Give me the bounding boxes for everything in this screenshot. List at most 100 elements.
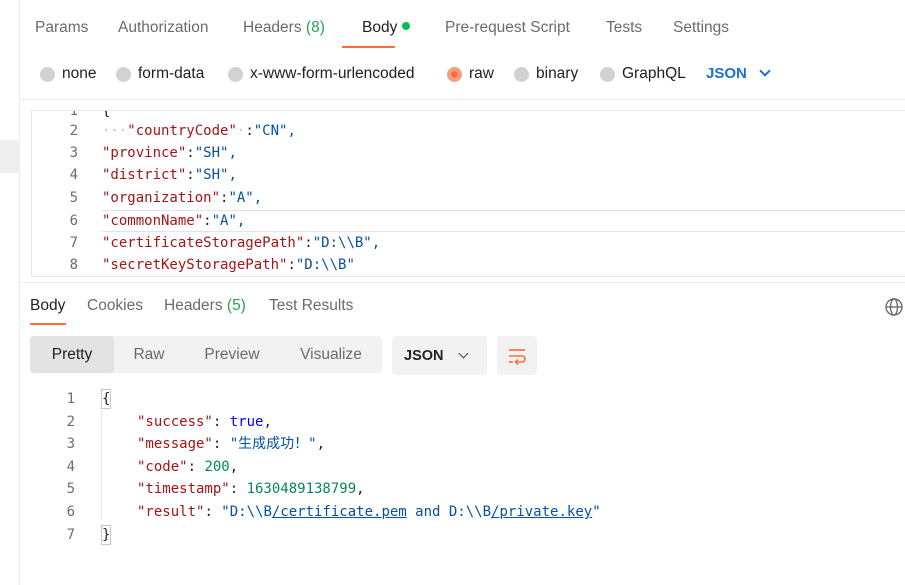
line-number: 3 bbox=[69, 145, 78, 161]
chevron-down-icon bbox=[759, 65, 771, 77]
headers-count: (8) bbox=[305, 19, 325, 36]
tab-authorization[interactable]: Authorization bbox=[118, 19, 208, 37]
line-number: 2 bbox=[66, 414, 75, 430]
view-pretty-button[interactable]: Pretty bbox=[30, 336, 114, 373]
code-line: 2 ···"countryCode"·:"CN", bbox=[32, 120, 905, 142]
code-line: 4 "district":"SH", bbox=[32, 164, 905, 186]
divider bbox=[20, 99, 905, 100]
line-number: 2 bbox=[69, 123, 78, 139]
sidebar-selection-mark bbox=[0, 140, 20, 173]
radio-binary[interactable]: binary bbox=[514, 65, 578, 83]
code-text: "organization":"A", bbox=[102, 190, 263, 206]
response-format-value: JSON bbox=[404, 347, 444, 364]
raw-language-value: JSON bbox=[706, 65, 747, 82]
wrap-lines-icon bbox=[509, 348, 526, 365]
line-number: 5 bbox=[69, 190, 78, 206]
divider bbox=[20, 282, 905, 283]
view-visualize-button[interactable]: Visualize bbox=[280, 336, 382, 373]
radio-raw[interactable]: raw bbox=[447, 65, 494, 83]
matched-brace: } bbox=[101, 525, 112, 545]
code-line: 1{ bbox=[31, 388, 905, 410]
sidebar-edge bbox=[0, 0, 20, 585]
code-line: 8 "secretKeyStoragePath":"D:\\B" bbox=[32, 254, 905, 276]
code-text: "commonName":"A", bbox=[102, 213, 246, 229]
code-line: 7} bbox=[31, 524, 905, 546]
code-text: "code": 200, bbox=[137, 459, 239, 475]
code-text: { bbox=[101, 388, 112, 410]
line-number: 4 bbox=[69, 167, 78, 183]
response-body-viewer[interactable]: 1{ 2 "success": true, 3 "message": "生成成功！"… bbox=[31, 388, 905, 548]
response-tab-headers[interactable]: Headers (5) bbox=[164, 297, 246, 315]
code-line: 7 "certificateStoragePath":"D:\\B", bbox=[32, 232, 905, 254]
tab-body-label: Body bbox=[362, 19, 398, 36]
line-number: 6 bbox=[66, 504, 75, 520]
active-response-tab-underline bbox=[30, 323, 66, 325]
wrap-lines-button[interactable] bbox=[497, 336, 537, 375]
tab-tests[interactable]: Tests bbox=[606, 19, 642, 37]
chevron-down-icon bbox=[458, 348, 468, 359]
code-text: "province":"SH", bbox=[102, 145, 237, 161]
response-tab-cookies[interactable]: Cookies bbox=[87, 297, 143, 315]
tab-prerequest-script[interactable]: Pre-request Script bbox=[445, 19, 570, 37]
file-link[interactable]: /certificate.pem bbox=[272, 504, 407, 520]
code-text: "certificateStoragePath":"D:\\B", bbox=[102, 235, 381, 251]
code-text: } bbox=[101, 524, 112, 546]
matched-brace: { bbox=[101, 389, 112, 409]
line-number: 8 bbox=[69, 257, 78, 273]
view-raw-button[interactable]: Raw bbox=[114, 336, 184, 373]
code-line: 3 "province":"SH", bbox=[32, 142, 905, 164]
code-line: 6 "commonName":"A", bbox=[32, 210, 905, 232]
tab-headers[interactable]: Headers (8) bbox=[243, 19, 325, 37]
code-text: "timestamp": 1630489138799, bbox=[137, 481, 365, 497]
response-view-mode: Pretty Raw Preview Visualize bbox=[30, 336, 382, 373]
response-format-dropdown[interactable]: JSON bbox=[392, 336, 487, 375]
radio-urlencoded-label: x-www-form-urlencoded bbox=[250, 65, 415, 82]
line-number: 3 bbox=[66, 436, 75, 452]
tab-params[interactable]: Params bbox=[35, 19, 88, 37]
response-tab-body[interactable]: Body bbox=[30, 297, 65, 315]
radio-circle-icon bbox=[600, 66, 615, 82]
radio-none[interactable]: none bbox=[40, 65, 96, 83]
code-text: "message": "生成成功！", bbox=[137, 436, 326, 452]
code-text: "district":"SH", bbox=[102, 167, 237, 183]
body-type-selector: none form-data x-www-form-urlencoded raw… bbox=[20, 60, 905, 90]
response-tab-test-results[interactable]: Test Results bbox=[269, 297, 353, 315]
radio-form-data-label: form-data bbox=[138, 65, 205, 82]
active-tab-underline bbox=[342, 46, 395, 48]
file-link[interactable]: /private.key bbox=[491, 504, 592, 520]
code-line: 3 "message": "生成成功！", bbox=[31, 433, 905, 455]
line-number: 6 bbox=[69, 213, 78, 229]
line-number: 1 bbox=[66, 391, 75, 407]
raw-language-dropdown[interactable]: JSON bbox=[706, 65, 771, 82]
request-body-editor[interactable]: 1{ 2 ···"countryCode"·:"CN", 3 "province":… bbox=[31, 110, 905, 277]
code-line: 5 "timestamp": 1630489138799, bbox=[31, 478, 905, 500]
view-preview-button[interactable]: Preview bbox=[184, 336, 280, 373]
radio-graphql[interactable]: GraphQL bbox=[600, 65, 686, 83]
radio-urlencoded[interactable]: x-www-form-urlencoded bbox=[228, 65, 415, 83]
tab-body[interactable]: Body bbox=[362, 19, 411, 37]
code-line: 6 "result": "D:\\B/certificate.pem and D:… bbox=[31, 501, 905, 523]
request-tabs: Params Authorization Headers (8) Body Pr… bbox=[20, 0, 905, 52]
radio-circle-icon bbox=[228, 66, 243, 82]
response-headers-count: (5) bbox=[226, 297, 246, 314]
radio-raw-label: raw bbox=[469, 65, 494, 82]
code-line: 2 "success": true, bbox=[31, 411, 905, 433]
radio-graphql-label: GraphQL bbox=[622, 65, 686, 82]
code-text: "success": true, bbox=[137, 414, 272, 430]
radio-circle-icon bbox=[116, 66, 131, 82]
line-number: 4 bbox=[66, 459, 75, 475]
radio-circle-icon bbox=[40, 66, 55, 82]
response-headers-label: Headers bbox=[164, 297, 223, 314]
radio-form-data[interactable]: form-data bbox=[116, 65, 204, 83]
tab-headers-label: Headers bbox=[243, 19, 302, 36]
code-line: 5 "organization":"A", bbox=[32, 187, 905, 209]
radio-none-label: none bbox=[62, 65, 97, 82]
radio-selected-icon bbox=[447, 66, 462, 82]
code-text: "result": "D:\\B/certificate.pem and D:\… bbox=[137, 504, 601, 520]
tab-settings[interactable]: Settings bbox=[673, 19, 729, 37]
globe-icon[interactable] bbox=[884, 297, 904, 317]
line-number: 5 bbox=[66, 481, 75, 497]
code-line: 4 "code": 200, bbox=[31, 456, 905, 478]
code-text: ···"countryCode"·:"CN", bbox=[102, 123, 296, 139]
code-text: "secretKeyStoragePath":"D:\\B" bbox=[102, 257, 355, 273]
